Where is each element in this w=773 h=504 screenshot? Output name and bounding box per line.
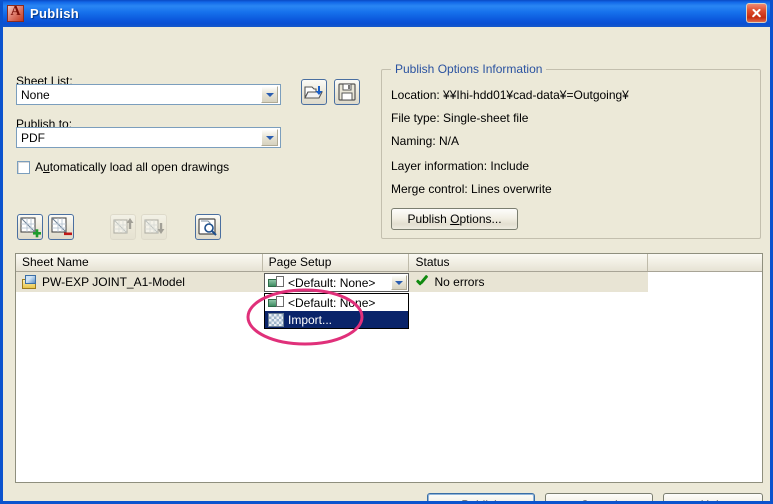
cell-sheet-name[interactable]: PW-EXP JOINT_A1-Model bbox=[16, 272, 263, 292]
table-header-row: Sheet Name Page Setup Status bbox=[16, 254, 762, 272]
option-file-type: File type: Single-sheet file bbox=[391, 111, 529, 125]
open-folder-down-icon bbox=[304, 86, 323, 99]
status-text: No errors bbox=[434, 275, 485, 289]
cancel-button[interactable]: Cancel bbox=[545, 493, 653, 502]
dialog-body: Sheet List: None Publish to: PDF Automat… bbox=[3, 27, 770, 501]
autocad-a-icon bbox=[7, 4, 24, 22]
move-sheet-down-button[interactable] bbox=[141, 214, 167, 240]
move-sheet-down-icon bbox=[144, 219, 165, 234]
option-merge-ctrl: Merge control: Lines overwrite bbox=[391, 182, 552, 196]
sheet-name-text: PW-EXP JOINT_A1-Model bbox=[42, 275, 185, 289]
sheet-list-value: None bbox=[21, 87, 50, 102]
help-button-label: Help bbox=[701, 498, 726, 502]
option-location: Location: ¥¥Ihi-hdd01¥cad-data¥=Outgoing… bbox=[391, 88, 629, 102]
cancel-button-label: Cancel bbox=[580, 498, 617, 502]
publish-button-label: Publish bbox=[461, 498, 500, 502]
publish-to-value: PDF bbox=[21, 130, 45, 145]
add-sheets-button[interactable] bbox=[17, 214, 43, 240]
auto-load-drawings-checkbox[interactable]: Automatically load all open drawings bbox=[17, 160, 229, 174]
remove-sheets-icon bbox=[51, 217, 72, 236]
title-bar: Publish bbox=[3, 0, 770, 27]
publish-options-button-label: Publish Options... bbox=[407, 212, 502, 226]
column-header-status[interactable]: Status bbox=[409, 254, 649, 271]
drawing-sheet-icon bbox=[22, 275, 38, 289]
page-setup-icon bbox=[268, 275, 284, 290]
save-sheet-list-button[interactable] bbox=[334, 79, 360, 105]
option-naming: Naming: N/A bbox=[391, 134, 460, 148]
publish-to-combo[interactable]: PDF bbox=[16, 127, 281, 148]
window-title: Publish bbox=[30, 6, 80, 21]
help-button[interactable]: Help bbox=[663, 493, 763, 502]
page-setup-value: <Default: None> bbox=[288, 275, 376, 290]
green-check-icon bbox=[415, 275, 429, 289]
preview-magnifier-icon bbox=[198, 218, 217, 236]
import-icon bbox=[268, 312, 284, 327]
show-details-label: Show Details bbox=[32, 499, 102, 501]
page-setup-dropdown-list[interactable]: <Default: None> Import... bbox=[264, 293, 409, 329]
publish-options-group: Publish Options Information Location: ¥¥… bbox=[381, 62, 761, 239]
cell-status: No errors bbox=[409, 272, 649, 292]
column-header-filler bbox=[648, 254, 762, 271]
page-setup-combo[interactable]: <Default: None> bbox=[264, 273, 409, 292]
cell-filler bbox=[648, 272, 762, 292]
column-header-sheet-name[interactable]: Sheet Name bbox=[16, 254, 263, 271]
remove-sheets-button[interactable] bbox=[48, 214, 74, 240]
dropdown-item-label: Import... bbox=[288, 312, 333, 327]
dropdown-item-label: <Default: None> bbox=[288, 295, 376, 310]
option-layer-info: Layer information: Include bbox=[391, 159, 530, 173]
add-sheets-icon bbox=[20, 217, 41, 238]
auto-load-drawings-label: Automatically load all open drawings bbox=[35, 160, 230, 174]
chevron-down-icon[interactable] bbox=[261, 86, 278, 103]
close-icon[interactable] bbox=[746, 3, 767, 23]
preview-button[interactable] bbox=[195, 214, 221, 240]
dropdown-item-default-none[interactable]: <Default: None> bbox=[265, 294, 408, 311]
column-header-page-setup[interactable]: Page Setup bbox=[263, 254, 410, 271]
publish-options-group-title: Publish Options Information bbox=[391, 62, 547, 76]
floppy-disk-icon bbox=[338, 83, 356, 101]
dropdown-item-import[interactable]: Import... bbox=[265, 311, 408, 328]
chevron-down-icon[interactable] bbox=[261, 129, 278, 146]
show-details-toggle[interactable]: Show Details bbox=[17, 499, 102, 501]
publish-options-button[interactable]: Publish Options... bbox=[391, 208, 518, 230]
chevron-down-icon[interactable] bbox=[391, 275, 407, 290]
sheet-list-combo[interactable]: None bbox=[16, 84, 281, 105]
load-sheet-list-button[interactable] bbox=[301, 79, 327, 105]
move-sheet-up-button[interactable] bbox=[110, 214, 136, 240]
checkbox-box[interactable] bbox=[17, 160, 30, 174]
publish-dialog: Publish Sheet List: None Publish to: PDF… bbox=[0, 0, 773, 504]
publish-button[interactable]: Publish bbox=[427, 493, 535, 502]
move-sheet-up-icon bbox=[113, 218, 134, 234]
page-setup-icon bbox=[268, 295, 284, 310]
